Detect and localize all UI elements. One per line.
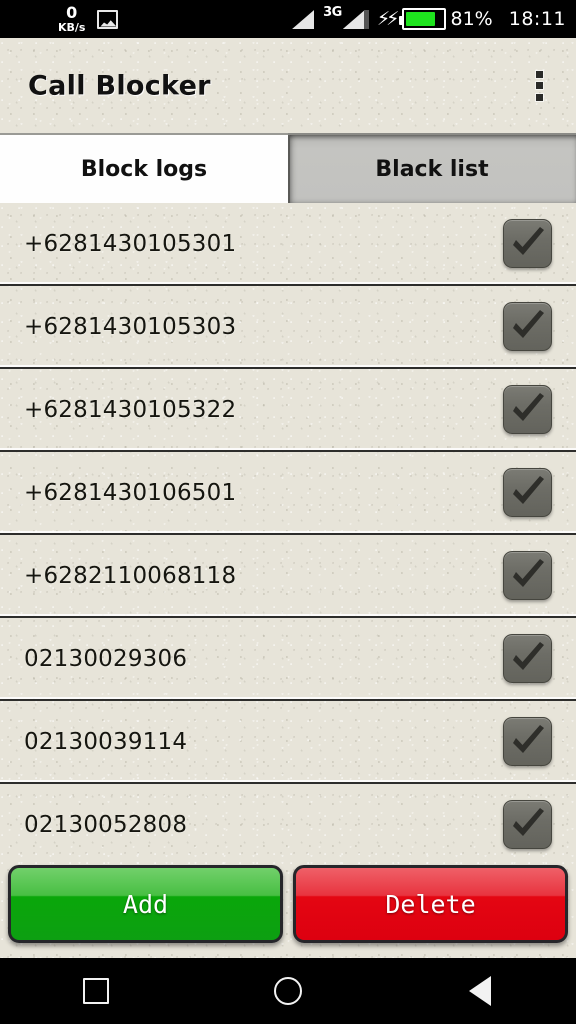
delete-button-label: Delete (385, 889, 476, 919)
table-row[interactable]: +6282110068118 (0, 535, 576, 618)
add-button[interactable]: Add (8, 865, 283, 943)
phone-number-label: 02130039114 (24, 728, 188, 755)
signal-bars-sim2-icon (342, 9, 369, 29)
triangle-back-icon[interactable] (432, 958, 528, 1024)
status-bar: 0 KB/s 3G ⚡⚡ 81% 18:11 (0, 0, 576, 38)
android-nav-bar (0, 958, 576, 1024)
add-button-label: Add (122, 889, 169, 919)
status-bar-right: 3G ⚡⚡ 81% 18:11 (292, 0, 566, 38)
tab-block-logs-label: Block logs (80, 156, 208, 182)
network-type-label: 3G (323, 4, 342, 20)
block-logs-list[interactable]: +6281430105301 +6281430105303 +62814301053… (0, 203, 576, 858)
row-checkbox[interactable] (503, 717, 552, 766)
row-checkbox[interactable] (503, 634, 552, 683)
table-row[interactable]: +6281430106501 (0, 452, 576, 535)
table-row[interactable]: 02130029306 (0, 618, 576, 701)
table-row[interactable]: 02130052808 (0, 784, 576, 858)
table-row[interactable]: +6281430105322 (0, 369, 576, 452)
phone-screen: 0 KB/s 3G ⚡⚡ 81% 18:11 Call Blocker Bloc… (0, 0, 576, 1024)
table-row[interactable]: +6281430105301 (0, 203, 576, 286)
clock-label: 18:11 (508, 8, 566, 30)
network-speed-value: 0 (66, 3, 78, 22)
battery-icon (398, 8, 446, 30)
page-title: Call Blocker (28, 70, 211, 101)
table-row[interactable]: +6281430105303 (0, 286, 576, 369)
row-checkbox[interactable] (503, 385, 552, 434)
overflow-menu-icon[interactable] (526, 69, 552, 103)
tab-bar: Block logs Black list (0, 133, 576, 203)
phone-number-label: 02130029306 (24, 645, 188, 672)
phone-number-label: +6281430105303 (24, 313, 237, 340)
row-checkbox[interactable] (503, 800, 552, 849)
network-speed-unit: KB/s (58, 21, 86, 34)
charging-bolt-icon: ⚡⚡ (376, 7, 400, 30)
table-row[interactable]: 02130039114 (0, 701, 576, 784)
circle-home-icon[interactable] (240, 958, 336, 1024)
row-checkbox[interactable] (503, 219, 552, 268)
row-checkbox[interactable] (503, 468, 552, 517)
row-checkbox[interactable] (503, 551, 552, 600)
signal-bars-sim1-icon (292, 9, 318, 29)
square-recents-icon[interactable] (48, 958, 144, 1024)
phone-number-label: 02130052808 (24, 811, 188, 838)
delete-button[interactable]: Delete (293, 865, 568, 943)
image-icon (97, 9, 119, 29)
phone-number-label: +6281430106501 (24, 479, 237, 506)
network-speed-indicator: 0 KB/s (58, 3, 86, 34)
phone-number-label: +6282110068118 (24, 562, 237, 589)
phone-number-label: +6281430105301 (24, 230, 237, 257)
tab-block-logs[interactable]: Block logs (0, 133, 288, 203)
tab-black-list-label: Black list (375, 156, 489, 182)
app-bar: Call Blocker (0, 38, 576, 133)
tab-black-list[interactable]: Black list (288, 133, 576, 203)
row-checkbox[interactable] (503, 302, 552, 351)
battery-percent-label: 81% (450, 8, 493, 30)
action-button-bar: Add Delete (0, 858, 576, 958)
status-bar-left: 0 KB/s (0, 0, 119, 38)
phone-number-label: +6281430105322 (24, 396, 237, 423)
